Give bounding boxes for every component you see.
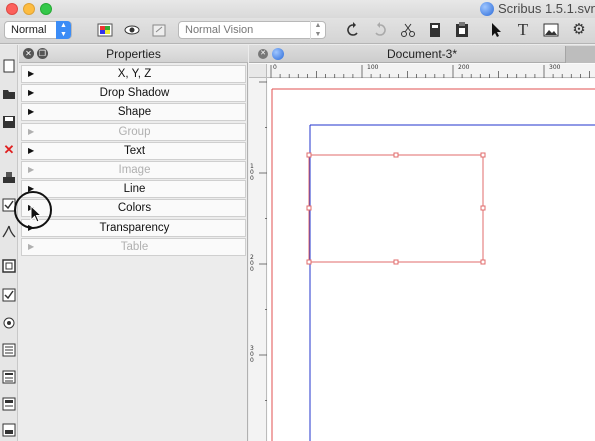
cut-icon[interactable] <box>400 22 416 38</box>
frame-tool-icon[interactable] <box>2 259 16 273</box>
ruler-v-label: 200 <box>250 254 254 273</box>
title-bar: Scribus 1.5.1.svn <box>0 0 595 18</box>
resize-handle[interactable] <box>393 152 399 158</box>
export-pdf-icon[interactable] <box>2 225 16 239</box>
print-icon[interactable] <box>2 171 16 185</box>
save-icon[interactable] <box>2 115 16 129</box>
document-tab-extra[interactable] <box>565 46 595 63</box>
horizontal-ruler[interactable]: 0 100 200 300 <box>267 64 595 78</box>
properties-section-shape[interactable]: ▶ Shape <box>21 103 246 122</box>
color-wheel-icon[interactable] <box>97 22 113 38</box>
properties-section-label: Line <box>123 183 146 196</box>
ruler-v-label: 100 <box>250 163 254 182</box>
document-tab-bar: ✕ Document-3* <box>249 45 595 63</box>
copy-icon[interactable] <box>427 22 443 38</box>
properties-header: ✕ ❐ Properties <box>19 45 248 63</box>
properties-section-label: X, Y, Z <box>117 68 152 80</box>
properties-section-label: Colors <box>117 202 152 215</box>
ruler-corner[interactable] <box>249 64 267 78</box>
document-area: ✕ Document-3* 0 100 200 300 100 200 300 <box>249 45 595 441</box>
select-pointer-icon[interactable] <box>488 22 504 38</box>
vertical-ruler[interactable]: 100 200 300 <box>249 78 267 441</box>
resize-handle[interactable] <box>480 259 486 265</box>
properties-section-line[interactable]: ▶ Line <box>21 180 246 199</box>
properties-section-transparency[interactable]: ▶ Transparency <box>21 218 246 237</box>
properties-section-label: Table <box>120 240 149 253</box>
resize-handle[interactable] <box>306 259 312 265</box>
resize-handle[interactable] <box>306 152 312 158</box>
new-document-icon[interactable] <box>2 59 16 73</box>
image-tool-icon[interactable] <box>543 22 559 38</box>
properties-section-drop-shadow[interactable]: ▶ Drop Shadow <box>21 84 246 103</box>
properties-section-label: Image <box>118 164 151 176</box>
resize-handle[interactable] <box>480 205 486 211</box>
paste-icon[interactable] <box>454 22 470 38</box>
app-title: Scribus 1.5.1.svn <box>480 1 595 16</box>
shape-outline[interactable] <box>308 154 484 263</box>
properties-section-label: Drop Shadow <box>99 87 170 100</box>
main-toolbar: Normal ▲ ▼ Normal Vision ▲ ▼ T ⚙ <box>0 18 595 44</box>
close-document-icon[interactable]: ✕ <box>2 143 16 157</box>
undo-icon[interactable] <box>345 22 361 38</box>
mouse-cursor-icon <box>30 205 42 223</box>
mode-select[interactable]: Normal ▲ ▼ <box>4 21 72 39</box>
scribus-window: Scribus 1.5.1.svn Normal ▲ ▼ Normal Visio… <box>0 0 595 441</box>
close-window-button[interactable] <box>6 3 18 15</box>
redo-icon[interactable] <box>372 22 388 38</box>
ruler-h-label: 100 <box>367 64 379 71</box>
app-title-text: Scribus 1.5.1.svn <box>498 1 595 16</box>
open-folder-icon[interactable] <box>2 87 16 101</box>
tool-strip: ✕ <box>0 45 18 441</box>
combo-box-tool-icon[interactable] <box>2 370 16 384</box>
text-tool-icon[interactable]: T <box>515 21 531 38</box>
resize-handle[interactable] <box>306 205 312 211</box>
eye-icon[interactable] <box>124 22 140 38</box>
list-box-tool-icon[interactable] <box>2 343 16 357</box>
properties-section-label: Shape <box>117 106 152 119</box>
minimize-window-button[interactable] <box>23 3 35 15</box>
chevron-updown-icon: ▲ ▼ <box>310 21 325 39</box>
properties-section-text[interactable]: ▶ Text <box>21 141 246 160</box>
resize-handle[interactable] <box>480 152 486 158</box>
link-annotation-tool-icon[interactable] <box>2 423 16 437</box>
ruler-h-label: 0 <box>273 64 277 71</box>
chevron-updown-icon: ▲ ▼ <box>56 21 71 39</box>
checkbox-tool-icon[interactable] <box>2 288 16 302</box>
scribus-logo-icon <box>480 1 494 16</box>
document-tab-title[interactable]: Document-3* <box>249 47 595 61</box>
selected-shape-frame[interactable] <box>306 152 486 265</box>
ruler-v-label: 300 <box>250 345 254 364</box>
radio-tool-icon[interactable] <box>2 316 16 330</box>
properties-section-x-y-z[interactable]: ▶ X, Y, Z <box>21 65 246 83</box>
page-canvas[interactable] <box>268 79 595 441</box>
properties-section-table[interactable]: ▶ Table <box>21 237 246 256</box>
properties-section-colors[interactable]: ▶Colors <box>21 199 246 218</box>
text-field-tool-icon[interactable] <box>2 397 16 411</box>
settings-gear-icon[interactable]: ⚙ <box>571 22 587 38</box>
properties-section-label: Group <box>118 125 151 138</box>
properties-section-label: Text <box>123 144 146 157</box>
properties-section-label: Transparency <box>99 221 170 234</box>
properties-section-image[interactable]: ▶ Image <box>21 161 246 179</box>
vision-select[interactable]: Normal Vision ▲ ▼ <box>178 21 326 39</box>
vision-select-value: Normal Vision <box>185 24 254 36</box>
lock-icon[interactable] <box>151 22 167 38</box>
zoom-window-button[interactable] <box>40 3 52 15</box>
ruler-h-label: 300 <box>549 64 561 71</box>
mode-select-value: Normal <box>11 24 47 36</box>
properties-title: Properties <box>106 47 161 61</box>
ruler-h-label: 200 <box>458 64 470 71</box>
resize-handle[interactable] <box>393 259 399 265</box>
properties-panel: ✕ ❐ Properties ▶ X, Y, Z ▶ Drop Shadow ▶ Shap… <box>19 45 248 441</box>
properties-section-group[interactable]: ▶ Group <box>21 122 246 141</box>
